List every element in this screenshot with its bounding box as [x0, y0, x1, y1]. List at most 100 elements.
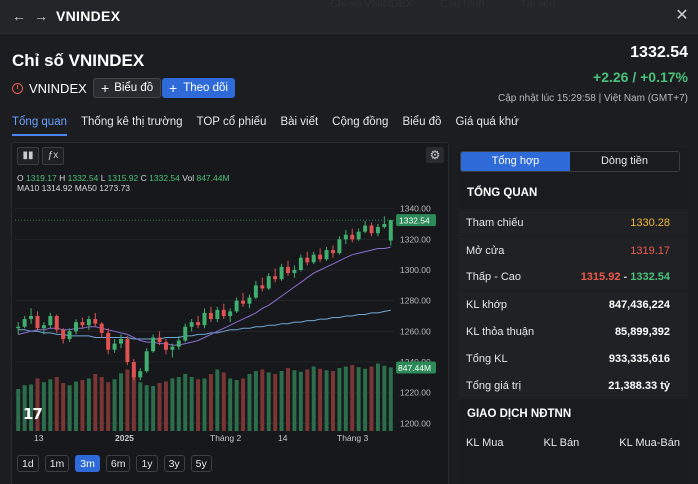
range-1d[interactable]: 1d — [17, 455, 39, 472]
y-tick-label: 1200.00 — [400, 418, 431, 428]
candle-body — [196, 322, 201, 326]
candle-body — [189, 322, 194, 327]
volume-bar — [80, 380, 85, 431]
volume-bar — [318, 368, 323, 431]
candle-body — [298, 257, 303, 270]
volume-bar — [112, 379, 117, 431]
candle-body — [151, 337, 156, 352]
volume-bar — [247, 374, 252, 431]
gear-icon[interactable]: ⚙ — [426, 147, 444, 163]
col-net: KL Mua-Bán — [619, 437, 680, 449]
candle-body — [388, 220, 393, 241]
volume-bar — [131, 375, 136, 431]
candle-body — [382, 224, 387, 228]
volume-bar — [99, 377, 104, 431]
tab-articles[interactable]: Bài viết — [280, 116, 318, 136]
forward-arrow-icon[interactable]: → — [33, 8, 49, 24]
candle-body — [266, 276, 271, 289]
x-tick-label: 2025 — [115, 433, 134, 443]
candle-body — [286, 266, 290, 274]
updated-time: Cập nhật lúc 15:29:58 | Việt Nam (GMT+7) — [497, 93, 688, 104]
volume-bar — [266, 372, 271, 431]
volume-bar — [337, 368, 342, 431]
seg-money-flow[interactable]: Dòng tiền — [570, 152, 679, 171]
volume-bar — [286, 368, 290, 431]
volume-bar — [74, 381, 79, 431]
candle-body — [241, 300, 246, 304]
range-3y[interactable]: 3y — [163, 455, 185, 472]
volume-bar — [363, 368, 368, 431]
volume-bar — [279, 371, 284, 431]
price-chart[interactable]: 1340.001320.001300.001280.001260.001240.… — [12, 163, 446, 463]
chart-button-label: Biểu đồ — [114, 82, 154, 94]
tab-community[interactable]: Cộng đồng — [332, 116, 388, 136]
candle-body — [343, 234, 348, 240]
app-window: Chỉ số VNINDEX Cấu hình Tài liệu ← → VNI… — [0, 0, 698, 484]
candle-body — [279, 266, 284, 280]
plus-icon: + — [101, 80, 110, 96]
candle-body — [311, 254, 316, 263]
candle-body — [29, 316, 34, 320]
overview-segment: Tổng hợp Dòng tiền — [460, 151, 680, 172]
window-title: VNINDEX — [56, 8, 121, 24]
y-tick-label: 1260.00 — [400, 326, 431, 336]
row-label: Tham chiếu — [466, 217, 524, 229]
volume-bar — [343, 366, 348, 431]
candle-body — [228, 311, 233, 316]
candle-body — [247, 297, 252, 304]
foreign-columns: KL Mua KL Bán KL Mua-Bán — [466, 437, 680, 449]
background-tab-label: Cấu hình — [440, 0, 485, 10]
volume-bar — [228, 378, 233, 431]
volume-bar — [170, 378, 175, 431]
volume-bar — [208, 374, 213, 431]
candle-body — [93, 319, 98, 324]
chart-panel: ▮▮ ƒx ⚙ O 1319.17 H 1332.54 L 1315.92 C … — [11, 142, 449, 484]
background-tab-label: Tài liệu — [520, 0, 556, 10]
tab-history[interactable]: Giá quá khứ — [455, 116, 518, 136]
volume-bar — [253, 371, 258, 431]
range-3m[interactable]: 3m — [75, 455, 100, 472]
candle-body — [356, 231, 361, 240]
candle-body — [54, 316, 59, 330]
row-value: 85,899,392 — [614, 326, 670, 338]
volume-bar — [48, 379, 53, 431]
row-value: 1330.28 — [630, 217, 670, 229]
row-value: 21,388.33 tỷ — [608, 380, 670, 392]
row-negotiated-volume: KL thỏa thuận 85,899,392 — [458, 318, 688, 345]
background-tab-label: Chỉ số VNINDEX — [330, 0, 414, 10]
candle-body — [215, 309, 220, 320]
volume-bar — [189, 377, 194, 431]
row-reference: Tham chiếu 1330.28 — [458, 209, 688, 236]
candle-body — [330, 250, 335, 254]
seg-summary[interactable]: Tổng hợp — [461, 152, 570, 171]
range-5y[interactable]: 5y — [190, 455, 212, 472]
tab-market-stats[interactable]: Thống kê thị trường — [81, 116, 183, 136]
candle-body — [48, 316, 53, 326]
candle-body — [176, 340, 181, 347]
tab-chart[interactable]: Biểu đồ — [402, 116, 441, 136]
volume-bar — [292, 370, 297, 431]
range-6m[interactable]: 6m — [105, 455, 131, 472]
row-label: KL thỏa thuận — [466, 326, 535, 338]
candle-body — [22, 319, 27, 327]
follow-button[interactable]: + Theo dõi — [162, 78, 235, 98]
close-icon[interactable]: ✕ — [674, 8, 690, 24]
row-value: 1315.92 - 1332.54 — [581, 271, 670, 283]
tab-top-stocks[interactable]: TOP cổ phiếu — [197, 116, 267, 136]
volume-bar — [125, 369, 130, 431]
back-arrow-icon[interactable]: ← — [11, 8, 27, 24]
candle-body — [80, 322, 85, 326]
range-1y[interactable]: 1y — [136, 455, 158, 472]
tab-overview[interactable]: Tổng quan — [12, 116, 67, 136]
candle-body — [131, 362, 136, 378]
volume-bar — [330, 371, 335, 431]
volume-bar — [151, 386, 156, 431]
volume-bar — [183, 374, 188, 431]
candle-body — [363, 225, 368, 232]
range-1m[interactable]: 1m — [44, 455, 70, 472]
volume-bar — [138, 382, 143, 431]
x-tick-label: Tháng 3 — [337, 433, 368, 443]
chart-button[interactable]: + Biểu đồ — [93, 78, 162, 98]
y-tick-label: 1320.00 — [400, 234, 431, 244]
volume-bar — [93, 374, 98, 431]
